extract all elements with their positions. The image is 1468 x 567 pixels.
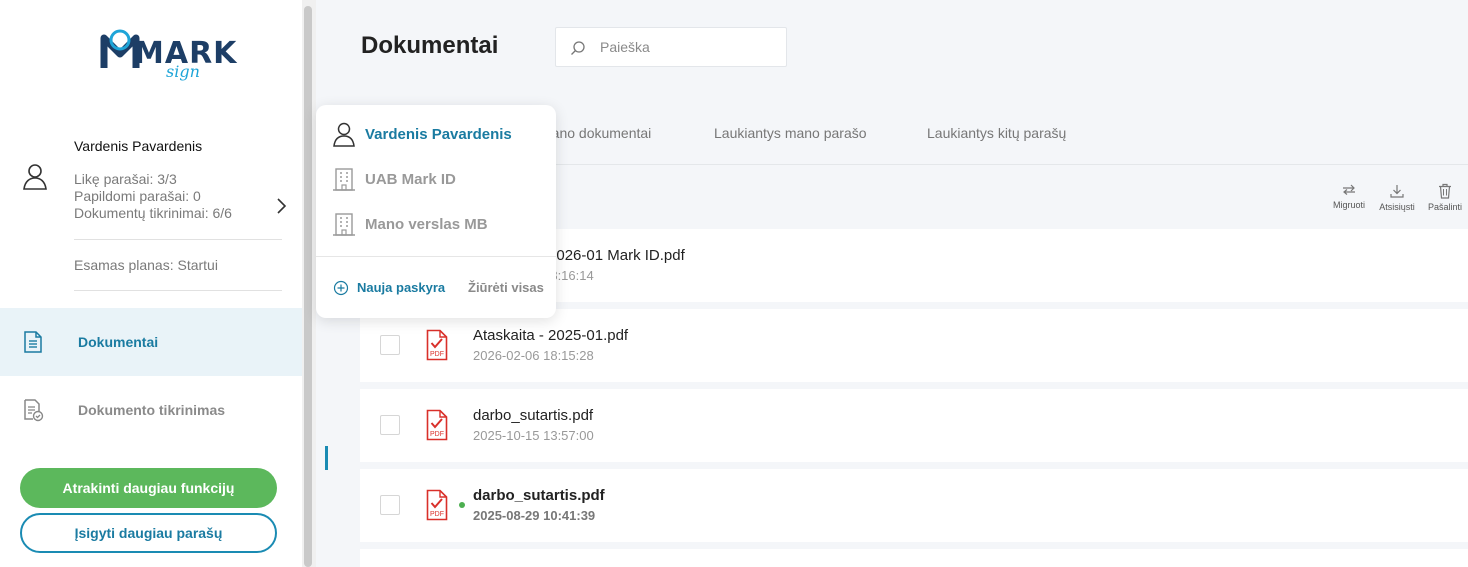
document-row[interactable]: PDF darbo_sutartis.pdf 2025-10-15 13:57:… (360, 389, 1468, 462)
remaining-signatures: Likę parašai: 3/3 (74, 171, 177, 187)
row-checkbox[interactable] (380, 495, 400, 515)
nav-label: Dokumento tikrinimas (78, 402, 226, 418)
account-label: Vardenis Pavardenis (365, 126, 512, 143)
document-name[interactable]: darbo_sutartis.pdf (473, 407, 593, 424)
account-option-uab-mark-id[interactable]: UAB Mark ID (316, 160, 556, 200)
page-title: Dokumentai (361, 32, 499, 59)
delete-button[interactable]: Pašalinti (1423, 183, 1467, 217)
document-row[interactable]: PDF Ataskaita - 2025-01.pdf 2026-02-06 1… (360, 309, 1468, 382)
chevron-right-icon[interactable] (274, 196, 288, 216)
unlock-features-button[interactable]: Atrakinti daugiau funkcijų (20, 468, 277, 508)
account-label: Mano verslas MB (365, 216, 488, 233)
migrate-button[interactable]: Migruoti (1327, 183, 1371, 217)
pdf-file-icon: PDF (426, 329, 448, 361)
download-label: Atsisiųsti (1379, 202, 1415, 212)
nav-label: Dokumentai (78, 334, 159, 350)
account-option-mano-verslas[interactable]: Mano verslas MB (316, 205, 556, 245)
nav-item-documents[interactable]: Dokumentai (0, 308, 302, 376)
user-name: Vardenis Pavardenis (74, 138, 203, 154)
pdf-file-icon: PDF (426, 409, 448, 441)
row-checkbox[interactable] (380, 335, 400, 355)
row-checkbox[interactable] (380, 415, 400, 435)
divider (74, 290, 282, 291)
building-icon (333, 213, 355, 236)
svg-text:PDF: PDF (430, 511, 444, 518)
tab-my-documents[interactable]: Mano dokumentai (540, 125, 651, 141)
pdf-file-icon: PDF (426, 489, 448, 521)
document-row[interactable] (360, 549, 1468, 567)
search-box[interactable] (555, 27, 787, 67)
plus-circle-icon (333, 280, 349, 296)
svg-text:PDF: PDF (430, 351, 444, 358)
view-all-accounts-link[interactable]: Žiūrėti visas (468, 280, 544, 295)
tab-awaiting-others-signatures[interactable]: Laukiantys kitų parašų (927, 125, 1066, 141)
trash-icon (1439, 183, 1451, 199)
document-icon (24, 331, 42, 353)
sidebar: MARK sign Vardenis Pavardenis Likę paraš… (0, 0, 302, 567)
account-label: UAB Mark ID (365, 171, 456, 188)
sidebar-scroll-thumb[interactable] (304, 6, 312, 567)
document-checks: Dokumentų tikrinimai: 6/6 (74, 205, 232, 221)
document-check-icon (24, 399, 44, 422)
swap-arrows-icon (1343, 184, 1355, 195)
divider (74, 239, 282, 240)
list-scroll-indicator (325, 446, 328, 470)
building-icon (333, 168, 355, 191)
buy-signatures-button[interactable]: Įsigyti daugiau parašų (20, 513, 277, 553)
person-icon (23, 164, 47, 190)
account-switcher-dropdown: Vardenis Pavardenis UAB Mark ID Mano ver… (316, 105, 556, 318)
divider (316, 256, 556, 257)
document-name[interactable]: darbo_sutartis.pdf (473, 487, 605, 504)
svg-text:PDF: PDF (430, 431, 444, 438)
delete-label: Pašalinti (1427, 202, 1463, 212)
nav-item-document-verification[interactable]: Dokumento tikrinimas (0, 376, 302, 444)
unread-indicator (459, 502, 465, 508)
document-date: 2025-10-15 13:57:00 (473, 428, 594, 443)
document-date: 2026-02-06 18:15:28 (473, 348, 594, 363)
download-button[interactable]: Atsisiųsti (1375, 183, 1419, 217)
current-plan: Esamas planas: Startui (74, 257, 218, 273)
logo-script: sign (166, 62, 200, 81)
document-date: 2025-08-29 10:41:39 (473, 508, 596, 523)
migrate-label: Migruoti (1332, 200, 1365, 210)
search-icon (571, 41, 585, 55)
document-name[interactable]: Ataskaita - 2025-01.pdf (473, 327, 628, 344)
mark-sign-logo[interactable]: MARK sign (100, 28, 236, 92)
account-option-personal[interactable]: Vardenis Pavardenis (316, 115, 556, 155)
download-icon (1390, 185, 1404, 198)
search-input[interactable] (600, 37, 780, 57)
document-row[interactable]: PDF darbo_sutartis.pdf 2025-08-29 10:41:… (360, 469, 1468, 542)
person-icon (333, 122, 355, 147)
extra-signatures: Papildomi parašai: 0 (74, 188, 201, 204)
new-account-label: Nauja paskyra (357, 280, 446, 295)
tab-awaiting-my-signature[interactable]: Laukiantys mano parašo (714, 125, 867, 141)
